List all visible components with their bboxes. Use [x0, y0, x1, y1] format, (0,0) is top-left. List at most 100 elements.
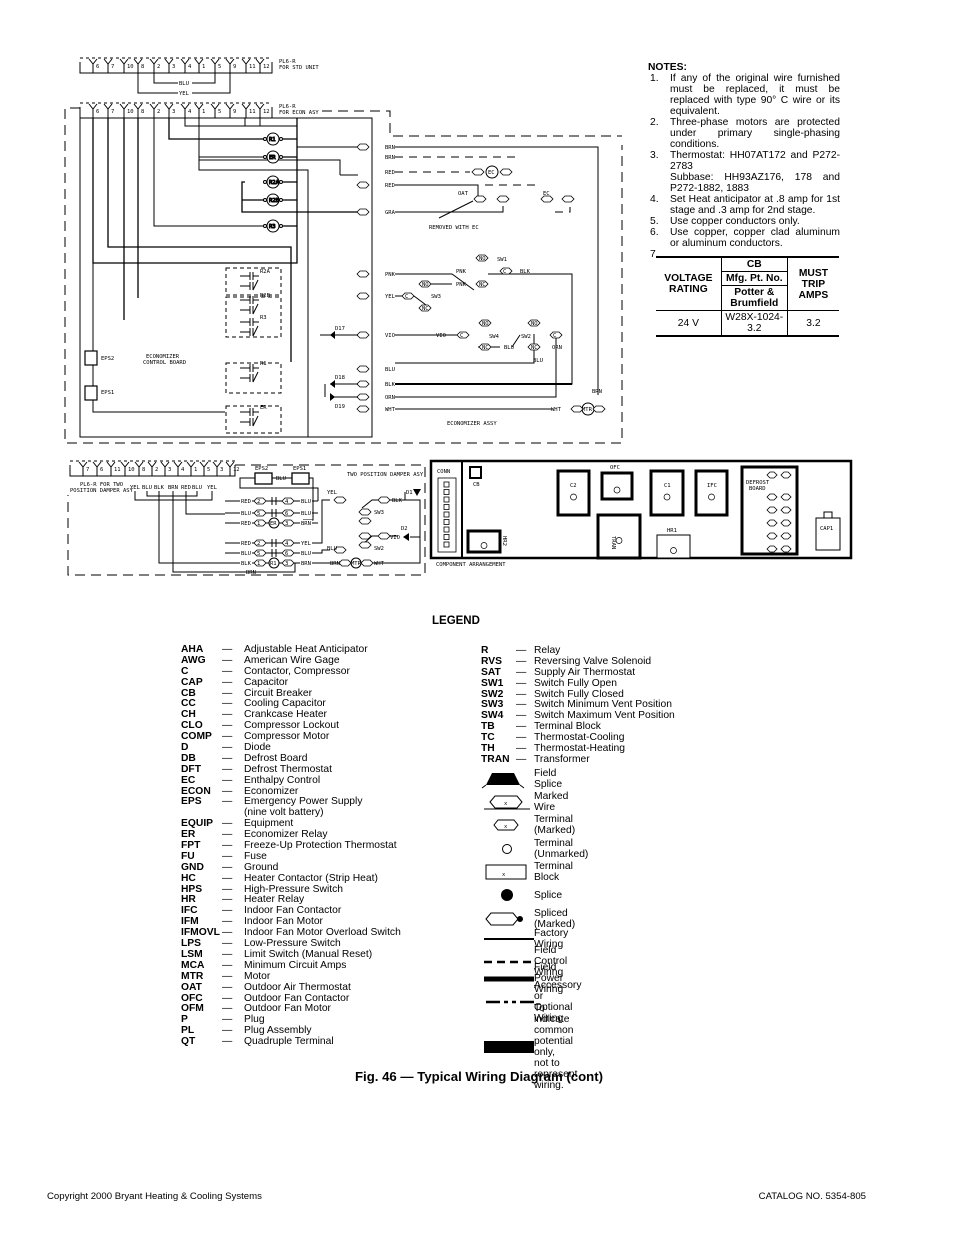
wire-label: BRN	[301, 561, 311, 567]
removed-note: REMOVED WITH EC	[429, 225, 479, 231]
wire-label: YEL	[179, 91, 190, 97]
component-arrangement-label: COMPONENT ARRANGEMENT	[436, 562, 506, 568]
wire-label: RED	[385, 183, 395, 189]
motor-label: MTR	[582, 407, 593, 413]
legend-symbol-label: Marked Wire	[534, 791, 569, 813]
note-item: Subbase: HH93AZ176, 178 and P272-1882, 1…	[648, 172, 840, 194]
conn-label: CONN	[437, 469, 450, 475]
wire-label: RED	[241, 521, 251, 527]
note-item: 3. Thermostat: HH07AT172 and P272-2783	[648, 150, 840, 172]
wire-label: BLU	[241, 551, 251, 557]
terminal-label: 2	[257, 499, 260, 505]
wire-label: BLU	[142, 485, 152, 491]
c2-contactor	[556, 469, 591, 517]
legend-abbr: EPS	[181, 796, 202, 808]
connector-icon	[356, 208, 370, 216]
ofc-contactor	[600, 471, 634, 501]
part-cell: W28X-1024-3.2	[720, 310, 788, 337]
wire-label: BLK	[392, 498, 403, 504]
legend-abbr: MTR	[181, 970, 204, 982]
plug-pin-number: 6	[96, 64, 99, 70]
circuit-breaker-table: VOLTAGE RATING CB MUST TRIP AMPS Mfg. Pt…	[656, 256, 839, 337]
conn-terminal-icon	[443, 511, 450, 518]
terminal-icon	[496, 195, 510, 203]
legend-row: QT — Quadruple Terminal	[181, 1036, 401, 1048]
conn-terminal-icon	[443, 481, 450, 488]
relay-contact-icon	[240, 408, 259, 427]
plug-pin-number: 10	[128, 467, 135, 473]
legend-dash: —	[222, 676, 233, 688]
plug-pin-number: 3	[172, 64, 175, 70]
voltage-cell: 24 V	[656, 310, 722, 337]
terminal-icon	[499, 168, 513, 176]
connector-icon	[356, 365, 370, 373]
legend-desc: Capacitor	[244, 676, 289, 688]
c1-contactor-label: C1	[664, 483, 671, 489]
contact-label: R3	[260, 315, 267, 321]
terminal-icon	[377, 496, 391, 504]
plug-pin-number: 6	[96, 109, 99, 115]
relay-contact-icon	[240, 364, 259, 383]
plug-pin-number: 5	[218, 64, 221, 70]
note-number: 4.	[650, 194, 659, 205]
plug-pin-number: 11	[114, 467, 121, 473]
sw4-label: SW4	[489, 334, 500, 340]
wire-label: BLU	[385, 367, 395, 373]
legend-row: COMP — Compressor Motor	[181, 731, 401, 743]
wire-label: VIO	[390, 535, 400, 541]
ifc-contactor-label: IFC	[707, 483, 717, 489]
eps2-label: EPS2	[101, 356, 114, 362]
legend-symbol-label: Spliced (Marked)	[534, 908, 576, 930]
connector-icon	[356, 292, 370, 300]
connector-icon	[356, 181, 370, 189]
connector-icon	[356, 143, 370, 151]
legend-abbr: TRAN	[481, 753, 510, 765]
note-text: Use copper, copper clad aluminum or alum…	[670, 227, 840, 249]
legend-symbol-row: x Terminal (Marked)	[480, 814, 575, 836]
voltage-rating-header: VOLTAGE RATING	[656, 256, 722, 311]
terminal-label: 5	[257, 551, 260, 557]
terminal-label: NO	[422, 282, 429, 288]
wire-label: RED	[241, 499, 251, 505]
wire-label: BLK	[385, 382, 396, 388]
footer-copyright: Copyright 2000 Bryant Heating & Cooling …	[47, 1191, 262, 1202]
ec-switch-label: EC	[543, 191, 550, 197]
terminal-label: C	[503, 269, 506, 275]
amps-cell: 3.2	[786, 310, 839, 337]
legend-dash: —	[222, 970, 233, 982]
contact-label: R1	[260, 361, 267, 367]
plug-pin-number: 7	[86, 467, 89, 473]
coil-label: R3	[269, 224, 276, 230]
terminal-label: 6	[285, 551, 288, 557]
contact-label: ER	[260, 405, 267, 411]
relay-contact-icon	[240, 318, 259, 337]
plug-pin-number: 2	[157, 64, 160, 70]
legend-desc: Motor	[244, 970, 271, 982]
note-number: 3.	[650, 150, 659, 161]
common-potential-icon	[480, 1037, 534, 1057]
note-number: 2.	[650, 117, 659, 128]
wire-label: BLU	[241, 511, 251, 517]
svg-text:x: x	[504, 801, 508, 807]
wire-label: BLK	[241, 561, 252, 567]
legend-row: C — Contactor, Compressor	[181, 666, 401, 678]
board-label2: CONTROL BOARD	[143, 360, 186, 366]
legend-dash: —	[222, 774, 233, 786]
plug-econ: 6 7 10 8 2 3 4 1 5 9 11 12 PL6-R FOR ECON ASY	[79, 102, 319, 119]
terminal-label: 3	[285, 521, 288, 527]
legend-symbol-label: Terminal Block	[534, 861, 573, 883]
note-text: Thermostat: HH07AT172 and P272-2783	[670, 150, 840, 172]
field-splice-icon	[480, 769, 534, 789]
damper-plug-label2: POSITION DAMPER ASY	[70, 488, 134, 494]
hr1-relay	[656, 534, 691, 559]
legend-row: FPT — Freeze-Up Protection Thermostat	[181, 840, 401, 852]
wire-label: YEL	[301, 541, 312, 547]
d17-label: D17	[335, 326, 345, 332]
note-number: 5.	[650, 216, 659, 227]
legend-desc: Transformer	[534, 753, 590, 765]
wire-label: VIO	[385, 333, 395, 339]
legend-title: LEGEND	[432, 615, 480, 627]
wire-label: BLK	[154, 485, 165, 491]
legend-abbr: SW1	[481, 677, 504, 689]
legend-row: HC — Heater Contactor (Strip Heat)	[181, 873, 401, 885]
